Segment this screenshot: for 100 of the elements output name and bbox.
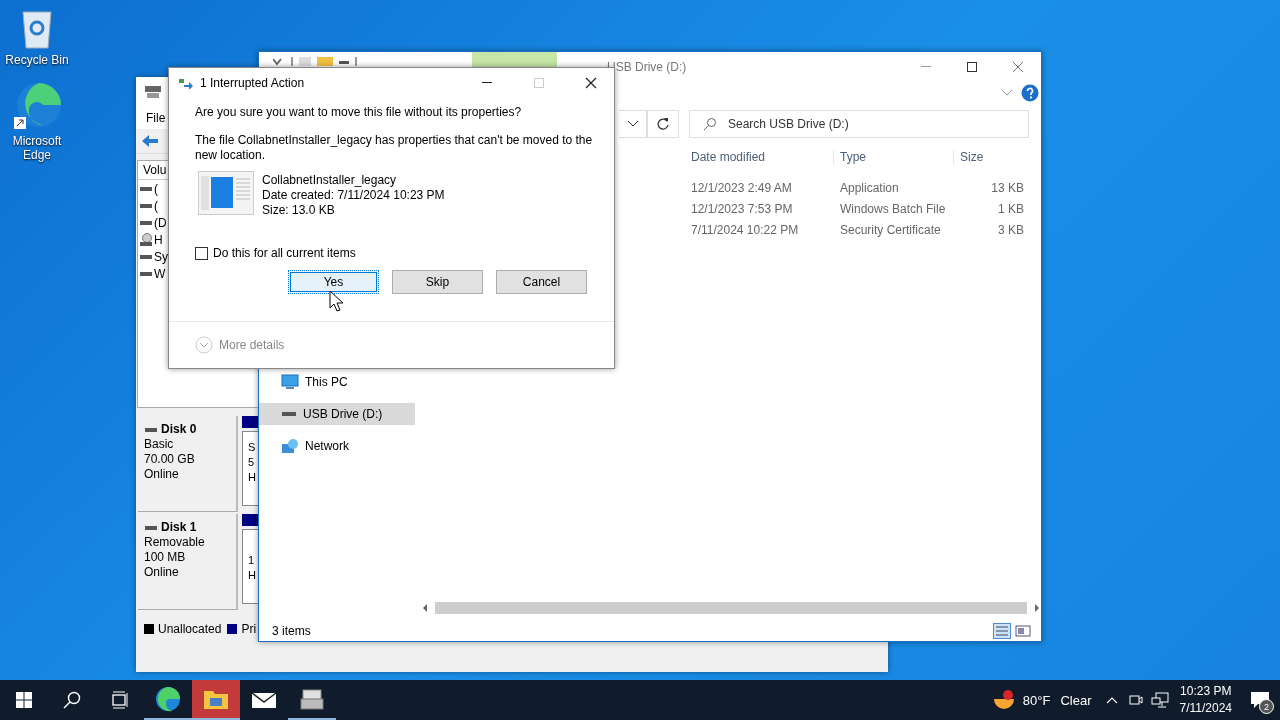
horizontal-scrollbar[interactable] bbox=[421, 601, 1041, 615]
nav-item[interactable]: Network bbox=[259, 435, 415, 457]
dialog-button[interactable]: Yes bbox=[288, 270, 379, 294]
drive-icon bbox=[139, 201, 153, 210]
edge-icon bbox=[13, 81, 61, 131]
chevron-down-icon bbox=[626, 120, 639, 128]
column-header[interactable]: Size bbox=[954, 150, 1024, 164]
legend-label: Unallocated bbox=[158, 622, 222, 636]
volume-name: (D bbox=[154, 215, 167, 230]
disk-status: Online bbox=[144, 467, 180, 482]
close-icon bbox=[585, 76, 597, 89]
disc-drive-icon bbox=[139, 232, 153, 247]
disk-management-icon bbox=[144, 85, 162, 99]
disk-type: Basic bbox=[144, 437, 175, 452]
nav-item[interactable]: USB Drive (D:) bbox=[259, 403, 415, 425]
table-cell-text: 12/1/2023 2:49 AM bbox=[691, 180, 793, 195]
minimize-icon bbox=[482, 82, 492, 83]
search-icon bbox=[63, 691, 81, 709]
column-header[interactable]: Type bbox=[834, 150, 954, 164]
menu-item[interactable]: File bbox=[146, 111, 166, 125]
disk-name: Disk 1 bbox=[161, 520, 197, 535]
app-icon bbox=[300, 688, 324, 710]
dialog-button[interactable]: Cancel bbox=[496, 270, 587, 294]
partition-text: S bbox=[248, 440, 257, 455]
table-cell-text: Security Certificate bbox=[839, 222, 942, 237]
task-view-icon bbox=[111, 691, 129, 709]
disk-size: 100 MB bbox=[144, 550, 187, 565]
volume-name: W bbox=[154, 266, 166, 281]
volume-name: ( bbox=[154, 181, 158, 196]
dialog-title: 1 Interrupted Action bbox=[200, 75, 306, 90]
windows-icon bbox=[16, 692, 32, 708]
table-cell-text: Application bbox=[839, 180, 900, 195]
dialog-button[interactable]: Skip bbox=[392, 270, 483, 294]
drive-icon bbox=[139, 184, 153, 193]
partition-text: 5 bbox=[248, 455, 256, 470]
drive-icon bbox=[139, 218, 153, 227]
cursor-icon bbox=[329, 290, 343, 312]
monitor-icon bbox=[281, 374, 299, 390]
volume-name: ( bbox=[154, 198, 158, 213]
table-cell-text: 7/11/2024 10:22 PM bbox=[691, 222, 800, 237]
partition-box[interactable]: S 5 H bbox=[242, 431, 258, 506]
disk-name: Disk 0 bbox=[161, 422, 197, 437]
edge-icon bbox=[155, 686, 181, 712]
drive-icon bbox=[139, 269, 153, 278]
partition-text: H bbox=[248, 470, 257, 485]
close-icon bbox=[1012, 60, 1024, 73]
dialog-message: The file CollabnetInstaller_legacy has properties that can't be moved to the new location. bbox=[195, 133, 594, 163]
network-icon bbox=[1150, 692, 1169, 708]
desktop-icon-label[interactable]: Microsoft Edge bbox=[5, 134, 69, 162]
notification-button[interactable]: 2 bbox=[1240, 680, 1280, 720]
scroll-left-icon bbox=[421, 603, 429, 613]
chevron-up-icon bbox=[1105, 696, 1118, 704]
chevron-down-icon bbox=[1001, 89, 1013, 97]
chevron-circle-icon bbox=[195, 336, 213, 354]
partition-text: H bbox=[248, 568, 257, 583]
table-cell-text: 12/1/2023 7:53 PM bbox=[691, 201, 794, 216]
more-details-button[interactable]: More details bbox=[195, 336, 285, 354]
meet-icon bbox=[1128, 692, 1143, 708]
volume-name: Sy bbox=[154, 249, 168, 264]
column-header[interactable]: Date modified bbox=[691, 150, 834, 164]
partition-bar bbox=[242, 416, 258, 428]
weather-widget[interactable]: 80°F Clear bbox=[982, 687, 1100, 713]
back-arrow-icon bbox=[140, 133, 160, 149]
move-icon bbox=[178, 76, 194, 89]
table-cell-text: Windows Batch File bbox=[839, 201, 947, 216]
drive-icon bbox=[281, 410, 297, 418]
disk-status: Online bbox=[144, 565, 180, 580]
table-cell-text: 13 KB bbox=[990, 180, 1024, 195]
scroll-right-icon bbox=[1033, 603, 1041, 613]
refresh-button[interactable] bbox=[647, 110, 679, 138]
details-view-icon bbox=[993, 623, 1011, 639]
drive-icon bbox=[139, 252, 153, 261]
dialog-question: Are you sure you want to move this file without its properties? bbox=[195, 105, 523, 119]
quick-access-icon bbox=[273, 57, 357, 66]
network-icon bbox=[281, 438, 299, 454]
maximize-icon bbox=[533, 76, 545, 89]
legend-label: Pri bbox=[241, 622, 257, 636]
refresh-icon bbox=[656, 117, 670, 131]
file-date: Date created: 7/11/2024 10:23 PM bbox=[262, 188, 445, 203]
table-cell-text: 1 KB bbox=[997, 201, 1024, 216]
folder-icon bbox=[203, 688, 229, 710]
mail-icon bbox=[251, 691, 277, 709]
volume-name: H bbox=[154, 232, 163, 247]
disk-type: Removable bbox=[144, 535, 206, 550]
file-name: CollabnetInstaller_legacy bbox=[262, 173, 398, 188]
partition-box[interactable]: 1 H bbox=[242, 529, 258, 604]
minimize-icon bbox=[921, 66, 931, 67]
clock[interactable]: 10:23 PM 7/11/2024 bbox=[1171, 683, 1240, 717]
file-icon bbox=[198, 171, 254, 215]
status-text: 3 items bbox=[272, 624, 312, 638]
partition-bar bbox=[242, 514, 258, 526]
help-icon bbox=[1021, 84, 1039, 102]
search-field[interactable]: Search USB Drive (D:) bbox=[689, 110, 1029, 138]
maximize-icon bbox=[966, 60, 978, 73]
desktop-icon-label[interactable]: Recycle Bin bbox=[5, 53, 69, 67]
file-size: Size: 13.0 KB bbox=[262, 203, 336, 218]
column-header[interactable]: Volu bbox=[143, 163, 167, 177]
large-icons-view-icon bbox=[1015, 624, 1031, 638]
apply-all-checkbox[interactable]: Do this for all current items bbox=[195, 246, 356, 260]
nav-item[interactable]: This PC bbox=[259, 371, 415, 393]
